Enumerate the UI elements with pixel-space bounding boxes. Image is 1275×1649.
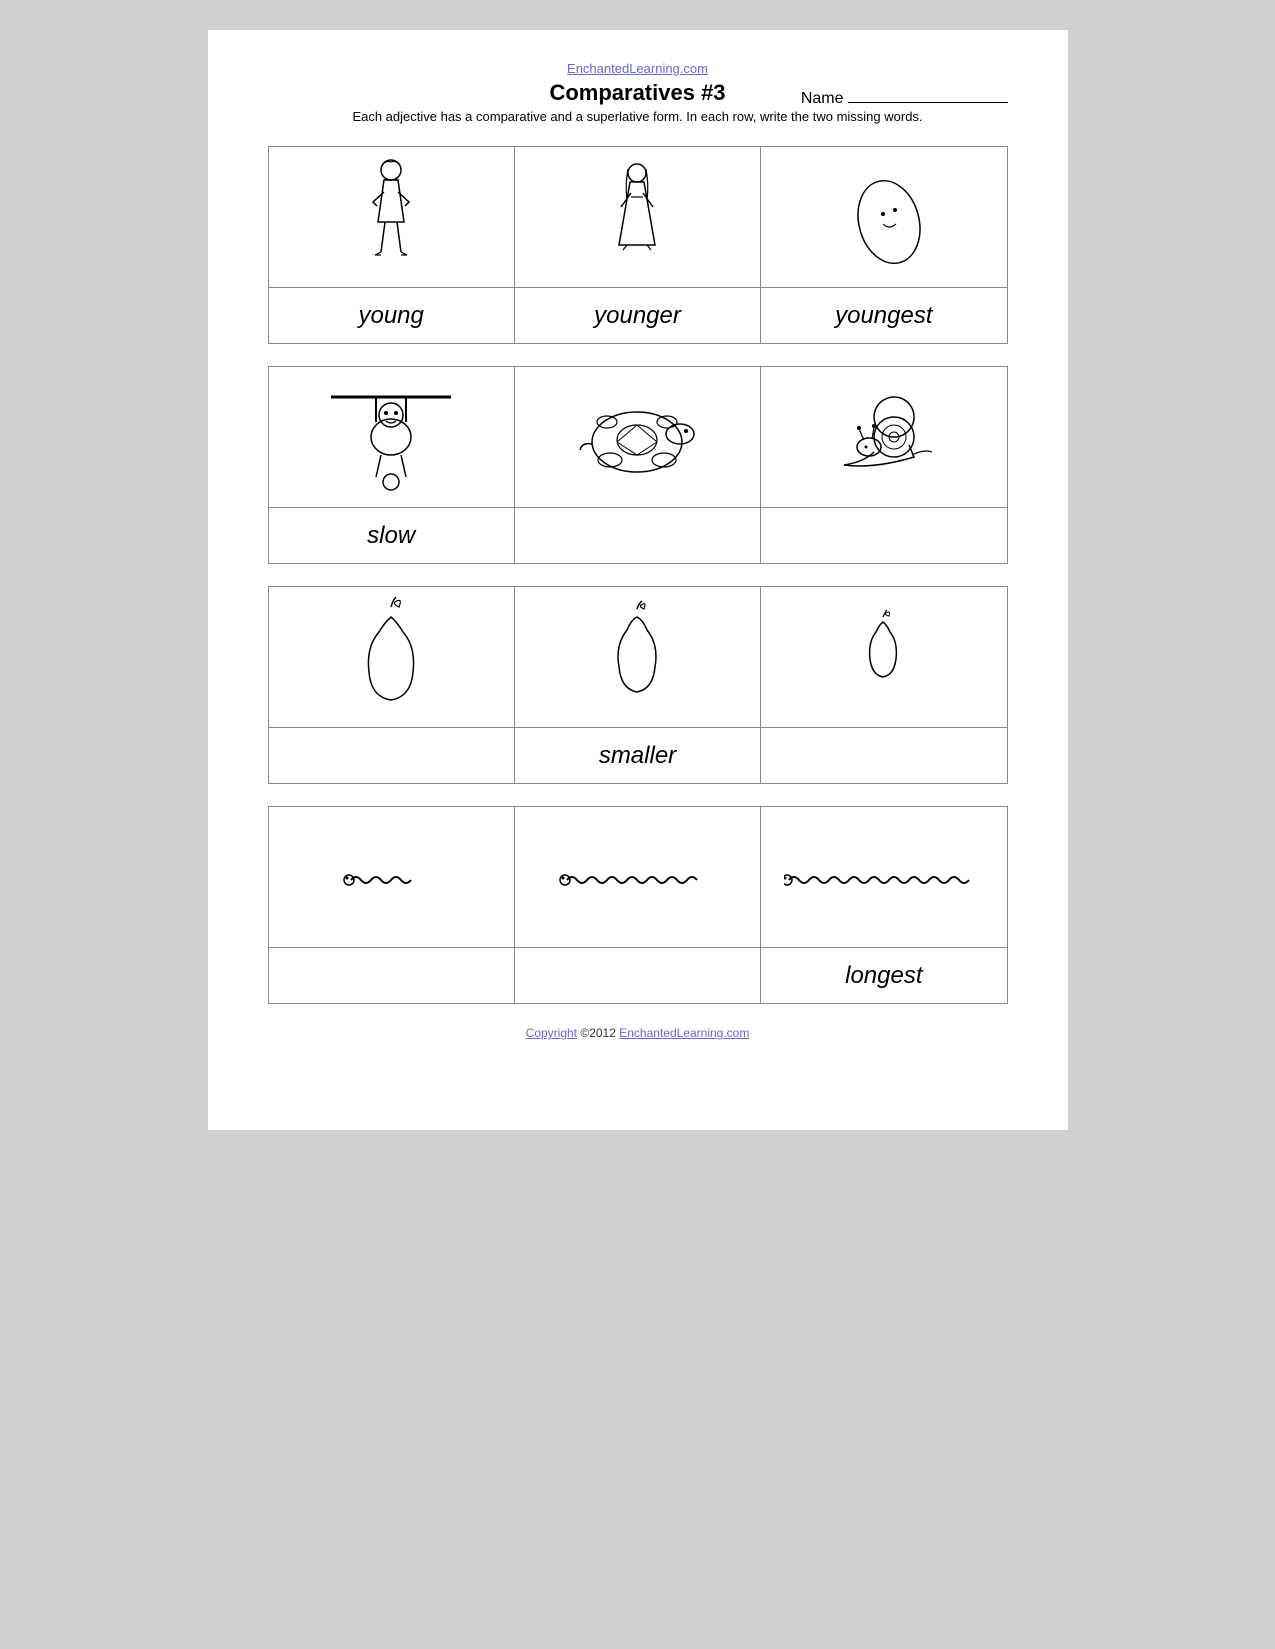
word-cell-long [269, 948, 515, 1003]
section-long: longest [268, 806, 1008, 1004]
footer-site-link[interactable]: EnchantedLearning.com [619, 1026, 749, 1040]
illustration-youngest [839, 162, 929, 272]
section-slow: slow [268, 366, 1008, 564]
word-cell-youngest: youngest [761, 288, 1006, 343]
footer-copyright-link[interactable]: Copyright [526, 1026, 577, 1040]
word-cell-younger: younger [515, 288, 761, 343]
img-cell-short-worm [269, 807, 515, 947]
img-cell-long-worm [761, 807, 1006, 947]
illustration-medium-pear [597, 597, 677, 717]
illustration-young [351, 152, 431, 282]
illustration-medium-worm [557, 852, 717, 902]
word-row-young: young younger youngest [269, 288, 1007, 343]
word-cell-smallest [761, 728, 1006, 783]
illustration-small-pear [856, 607, 911, 707]
illustration-turtle [562, 382, 712, 492]
img-cell-slower [515, 367, 761, 507]
word-cell-longer [515, 948, 761, 1003]
illustration-large-pear [341, 592, 441, 722]
image-row-slow [269, 367, 1007, 508]
img-cell-youngest [761, 147, 1006, 287]
word-row-small: smaller [269, 728, 1007, 783]
page-subtitle: Each adjective has a comparative and a s… [268, 108, 1008, 126]
img-cell-younger [515, 147, 761, 287]
name-field: Name [801, 90, 1008, 108]
word-cell-longest: longest [761, 948, 1006, 1003]
img-cell-young [269, 147, 515, 287]
illustration-long-worm [784, 852, 984, 902]
name-underline[interactable] [848, 102, 1008, 103]
word-row-long: longest [269, 948, 1007, 1003]
image-row-long [269, 807, 1007, 948]
word-cell-slower [515, 508, 761, 563]
worksheet-content: young younger youngest [268, 146, 1008, 1004]
image-row-young [269, 147, 1007, 288]
word-cell-slowest [761, 508, 1006, 563]
word-cell-slow: slow [269, 508, 515, 563]
word-cell-big [269, 728, 515, 783]
illustration-younger [597, 155, 677, 280]
word-row-slow: slow [269, 508, 1007, 563]
illustration-sloth [321, 377, 461, 497]
img-cell-small-pear [761, 587, 1006, 727]
img-cell-medium-worm [515, 807, 761, 947]
name-label: Name [801, 90, 844, 107]
header-site-link[interactable]: EnchantedLearning.com [567, 61, 708, 76]
img-cell-medium-pear [515, 587, 761, 727]
illustration-snail [824, 387, 944, 487]
page-footer: Copyright ©2012 EnchantedLearning.com [268, 1026, 1008, 1040]
img-cell-slow [269, 367, 515, 507]
footer-year: ©2012 [580, 1026, 616, 1040]
img-cell-slowest [761, 367, 1006, 507]
image-row-small [269, 587, 1007, 728]
section-young: young younger youngest [268, 146, 1008, 344]
section-small: smaller [268, 586, 1008, 784]
img-cell-big-pear [269, 587, 515, 727]
word-cell-smaller: smaller [515, 728, 761, 783]
worksheet-page: EnchantedLearning.com Comparatives #3 Ea… [208, 30, 1068, 1130]
illustration-short-worm [331, 852, 451, 902]
word-cell-young: young [269, 288, 515, 343]
